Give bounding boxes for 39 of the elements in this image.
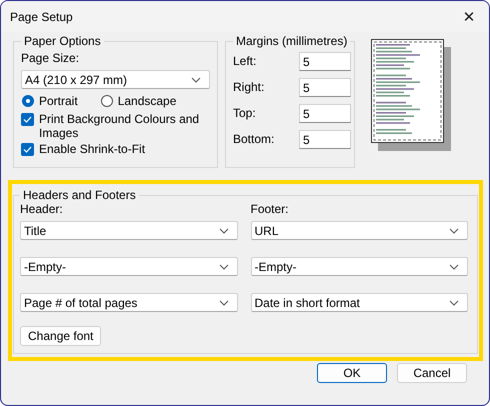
chevron-icon <box>449 264 459 270</box>
group-title: Headers and Footers <box>22 188 137 202</box>
cancel-button[interactable]: Cancel <box>397 363 467 383</box>
chevron-icon <box>218 300 228 306</box>
margin-label: Top: <box>233 106 257 120</box>
footer-dropdown[interactable]: -Empty- <box>250 257 468 276</box>
header-dropdown[interactable]: Title <box>20 221 238 240</box>
check-icon <box>23 116 32 123</box>
margin-input[interactable]: 5 <box>299 104 351 122</box>
footer-label: Footer: <box>250 202 290 217</box>
orientation-radio[interactable]: Landscape <box>100 92 176 110</box>
page-size-dropdown[interactable]: A4 (210 x 297 mm) <box>21 70 210 89</box>
margin-input[interactable]: 5 <box>299 52 351 70</box>
header-dropdown[interactable]: -Empty- <box>20 257 238 276</box>
header-dropdown[interactable]: Page # of total pages <box>20 293 238 312</box>
close-button[interactable]: ✕ <box>449 2 489 32</box>
margin-input[interactable]: 5 <box>299 130 351 148</box>
window-title: Page Setup <box>10 10 73 24</box>
header-label: Header: <box>20 202 64 217</box>
chevron-icon <box>218 264 228 270</box>
margin-label: Right: <box>233 80 266 94</box>
check-icon <box>23 146 32 153</box>
footer-dropdown[interactable]: URL <box>250 221 468 240</box>
ok-button[interactable]: OK <box>317 363 387 383</box>
group-title: Paper Options <box>23 34 102 48</box>
margin-label: Bottom: <box>233 132 273 146</box>
chevron-icon <box>449 228 459 234</box>
option-checkbox[interactable]: Print Background Colours and Images <box>21 112 210 140</box>
group-title: Margins (millimetres) <box>235 34 348 48</box>
margin-label: Left: <box>233 54 258 68</box>
chevron-icon <box>449 300 459 306</box>
footer-dropdown[interactable]: Date in short format <box>250 293 468 312</box>
orientation-radio[interactable]: Portrait <box>21 92 78 110</box>
change-font-button[interactable]: Change font <box>20 326 102 346</box>
chevron-icon <box>218 228 228 234</box>
margin-input[interactable]: 5 <box>299 78 351 96</box>
chevron-icon <box>191 76 201 82</box>
page-size-label: Page Size: <box>21 51 80 66</box>
option-checkbox[interactable]: Enable Shrink-to-Fit <box>21 142 210 156</box>
